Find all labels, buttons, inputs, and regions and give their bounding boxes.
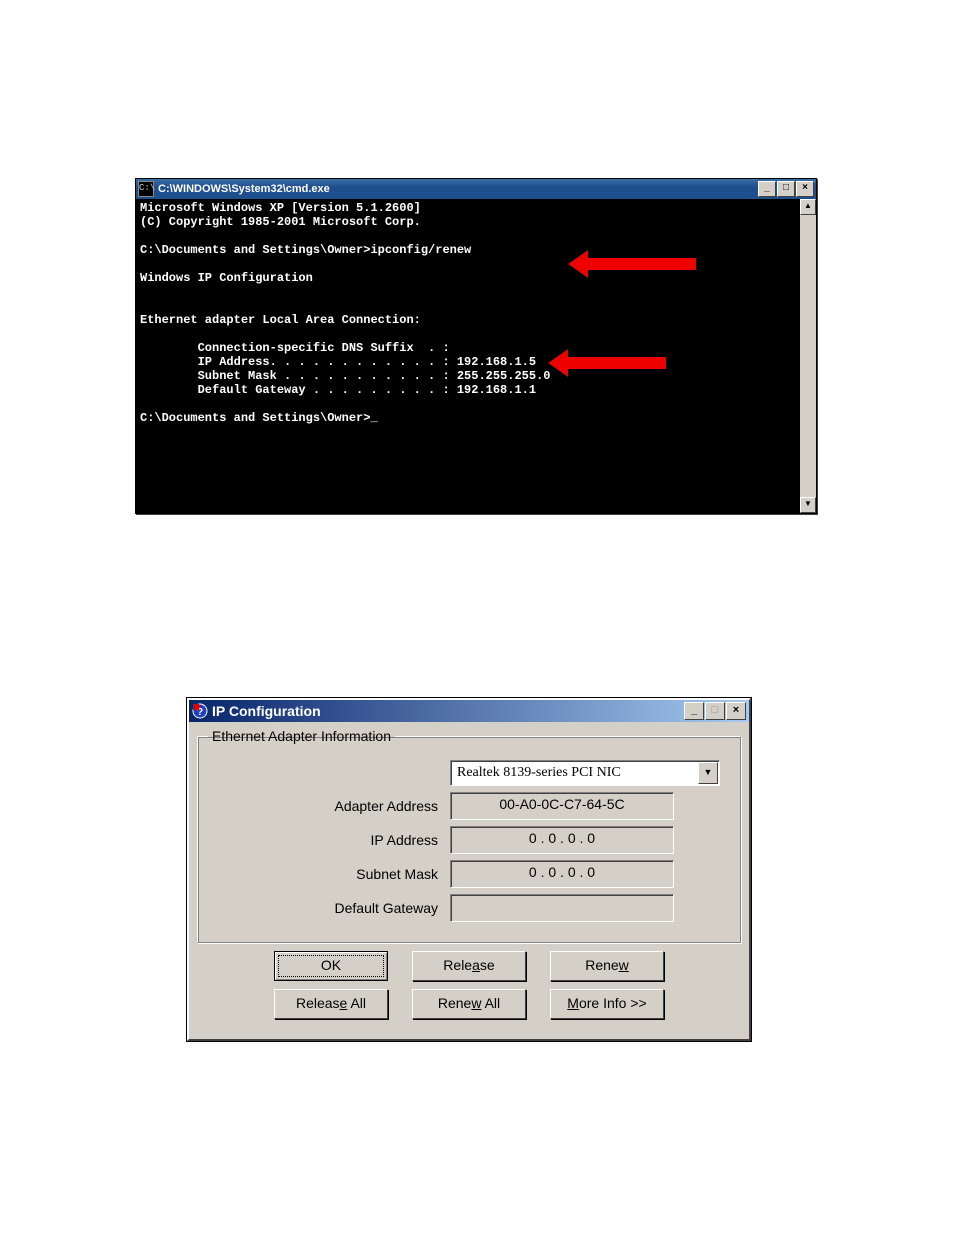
cmd-line: Default Gateway . . . . . . . . . : 192.… (140, 383, 536, 397)
cmd-prompt-icon: C:\ (138, 181, 154, 197)
ipcfg-window: ? IP Configuration _ □ × Ethernet Adapte… (187, 698, 751, 1041)
ipcfg-titlebar[interactable]: ? IP Configuration _ □ × (189, 700, 749, 722)
subnet-mask-value: 0 . 0 . 0 . 0 (450, 860, 674, 888)
cmd-line: Subnet Mask . . . . . . . . . . . : 255.… (140, 369, 550, 383)
scroll-down-button[interactable]: ▼ (800, 497, 816, 513)
ip-address-label: IP Address (208, 832, 450, 848)
scroll-up-button[interactable]: ▲ (800, 199, 816, 215)
dropdown-arrow-icon[interactable]: ▼ (698, 762, 718, 784)
annotation-arrow-icon (566, 357, 666, 369)
scrollbar[interactable]: ▲ ▼ (800, 199, 816, 513)
cmd-titlebar[interactable]: C:\ C:\WINDOWS\System32\cmd.exe _ □ × (136, 179, 816, 199)
more-info-button[interactable]: More Info >> (550, 989, 664, 1019)
default-gateway-value (450, 894, 674, 922)
minimize-button[interactable]: _ (758, 181, 776, 197)
ipcfg-app-icon: ? (192, 703, 208, 719)
adapter-group-label: Ethernet Adapter Information (208, 728, 395, 744)
cmd-line: C:\Documents and Settings\Owner>ipconfig… (140, 243, 471, 257)
cmd-window: C:\ C:\WINDOWS\System32\cmd.exe _ □ × Mi… (135, 178, 817, 514)
renew-button[interactable]: Renew (550, 951, 664, 981)
cmd-line: Ethernet adapter Local Area Connection: (140, 313, 421, 327)
close-button[interactable]: × (726, 702, 746, 720)
cmd-line: Microsoft Windows XP [Version 5.1.2600] (140, 201, 421, 215)
cmd-terminal[interactable]: Microsoft Windows XP [Version 5.1.2600] … (136, 199, 800, 513)
ok-button[interactable]: OK (274, 951, 388, 981)
scroll-track[interactable] (800, 215, 816, 497)
renew-all-button[interactable]: Renew All (412, 989, 526, 1019)
minimize-button[interactable]: _ (684, 702, 704, 720)
close-button[interactable]: × (796, 181, 814, 197)
cmd-line: Connection-specific DNS Suffix . : (140, 341, 450, 355)
adapter-select[interactable]: Realtek 8139-series PCI NIC ▼ (450, 760, 720, 786)
adapter-info-group: Ethernet Adapter Information Realtek 813… (197, 728, 741, 943)
cmd-line: C:\Documents and Settings\Owner>_ (140, 411, 378, 425)
ip-address-value: 0 . 0 . 0 . 0 (450, 826, 674, 854)
annotation-arrow-icon (586, 258, 696, 270)
maximize-button[interactable]: □ (777, 181, 795, 197)
release-all-button[interactable]: Release All (274, 989, 388, 1019)
cmd-line: Windows IP Configuration (140, 271, 313, 285)
cmd-line: IP Address. . . . . . . . . . . . : 192.… (140, 355, 536, 369)
ipcfg-title-text: IP Configuration (212, 703, 683, 719)
release-button[interactable]: Release (412, 951, 526, 981)
adapter-selected-text: Realtek 8139-series PCI NIC (451, 765, 697, 781)
default-gateway-label: Default Gateway (208, 900, 450, 916)
adapter-address-label: Adapter Address (208, 798, 450, 814)
subnet-mask-label: Subnet Mask (208, 866, 450, 882)
maximize-button: □ (705, 702, 725, 720)
cmd-title-text: C:\WINDOWS\System32\cmd.exe (158, 183, 757, 195)
cmd-line: (C) Copyright 1985-2001 Microsoft Corp. (140, 215, 421, 229)
adapter-address-value: 00-A0-0C-C7-64-5C (450, 792, 674, 820)
